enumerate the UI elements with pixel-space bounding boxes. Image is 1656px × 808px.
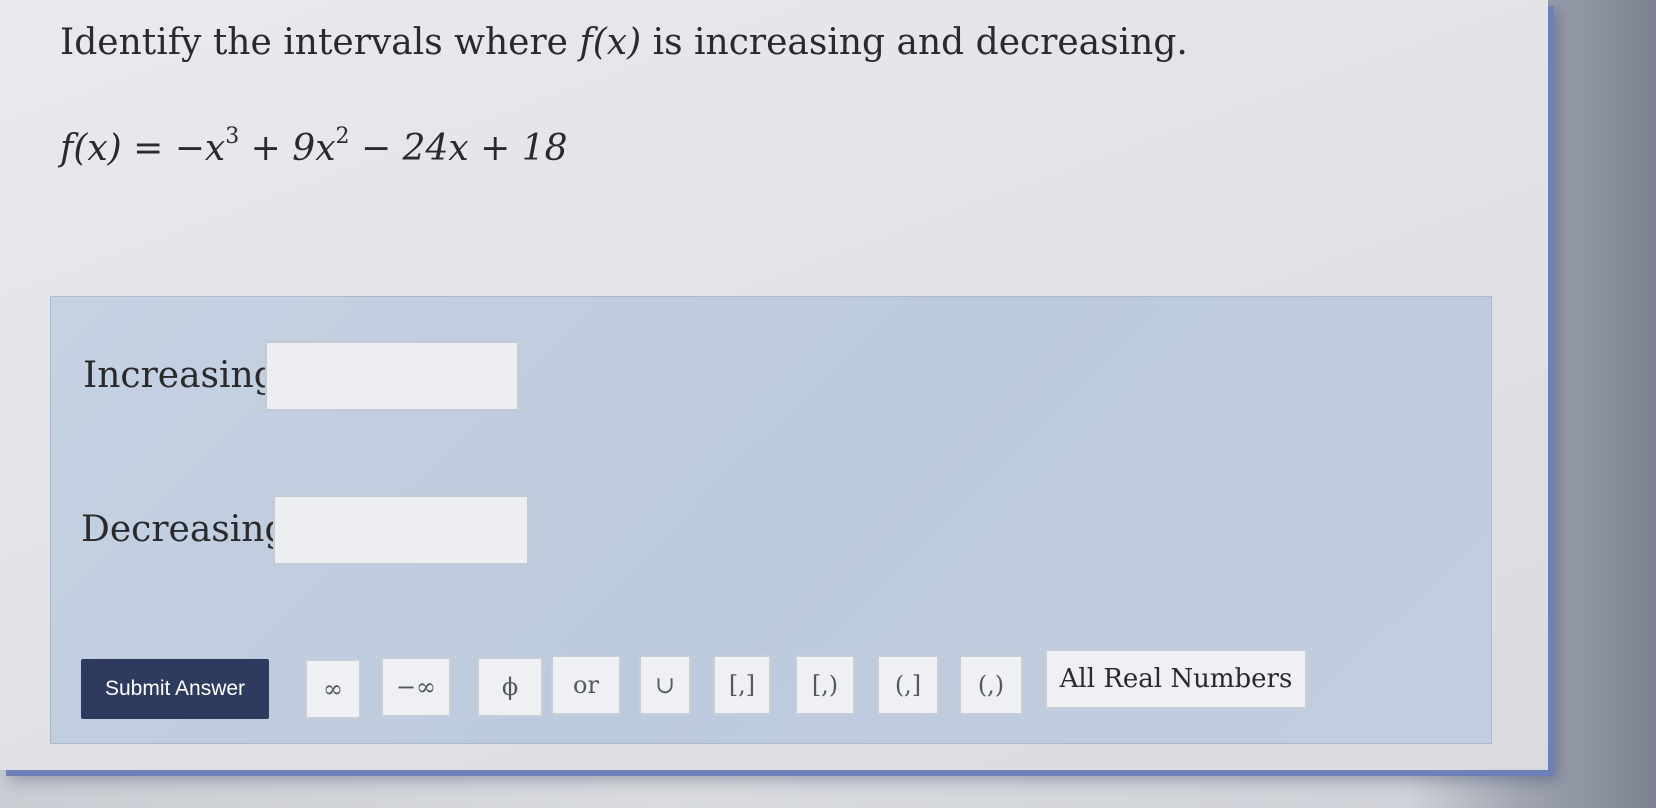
question-title-suffix: is increasing and decreasing. <box>641 22 1188 63</box>
question-title-prefix: Identify the intervals where <box>60 22 580 63</box>
increasing-label: Increasing: <box>83 355 289 396</box>
all-real-numbers-button[interactable]: All Real Numbers <box>1045 649 1307 709</box>
union-button[interactable]: ∪ <box>639 655 691 715</box>
function-term-mid: + 9x <box>239 128 336 169</box>
function-lhs: f(x) = −x <box>60 128 226 169</box>
function-term-rest: − 24x + 18 <box>349 128 568 169</box>
open-closed-interval-button[interactable]: (,] <box>877 655 939 715</box>
question-title-function: f(x) <box>579 22 642 63</box>
submit-answer-button[interactable]: Submit Answer <box>81 659 269 719</box>
function-definition: f(x) = −x3 + 9x2 − 24x + 18 <box>60 124 568 169</box>
decreasing-label: Decreasing: <box>81 509 300 550</box>
decreasing-input[interactable] <box>273 495 529 565</box>
empty-set-button[interactable]: ϕ <box>477 657 543 717</box>
answer-panel: Increasing: Decreasing: Submit Answer ∞ … <box>50 296 1492 744</box>
closed-closed-interval-button[interactable]: [,] <box>713 655 771 715</box>
infinity-button[interactable]: ∞ <box>305 659 361 719</box>
exponent-squared: 2 <box>335 124 350 149</box>
or-button[interactable]: or <box>551 655 621 715</box>
increasing-input[interactable] <box>265 341 519 411</box>
closed-open-interval-button[interactable]: [,) <box>795 655 855 715</box>
open-open-interval-button[interactable]: (,) <box>959 655 1023 715</box>
negative-infinity-button[interactable]: −∞ <box>381 657 451 717</box>
question-title: Identify the intervals where f(x) is inc… <box>60 22 1188 63</box>
question-page: Identify the intervals where f(x) is inc… <box>0 0 1548 770</box>
exponent-cubed: 3 <box>225 124 240 149</box>
